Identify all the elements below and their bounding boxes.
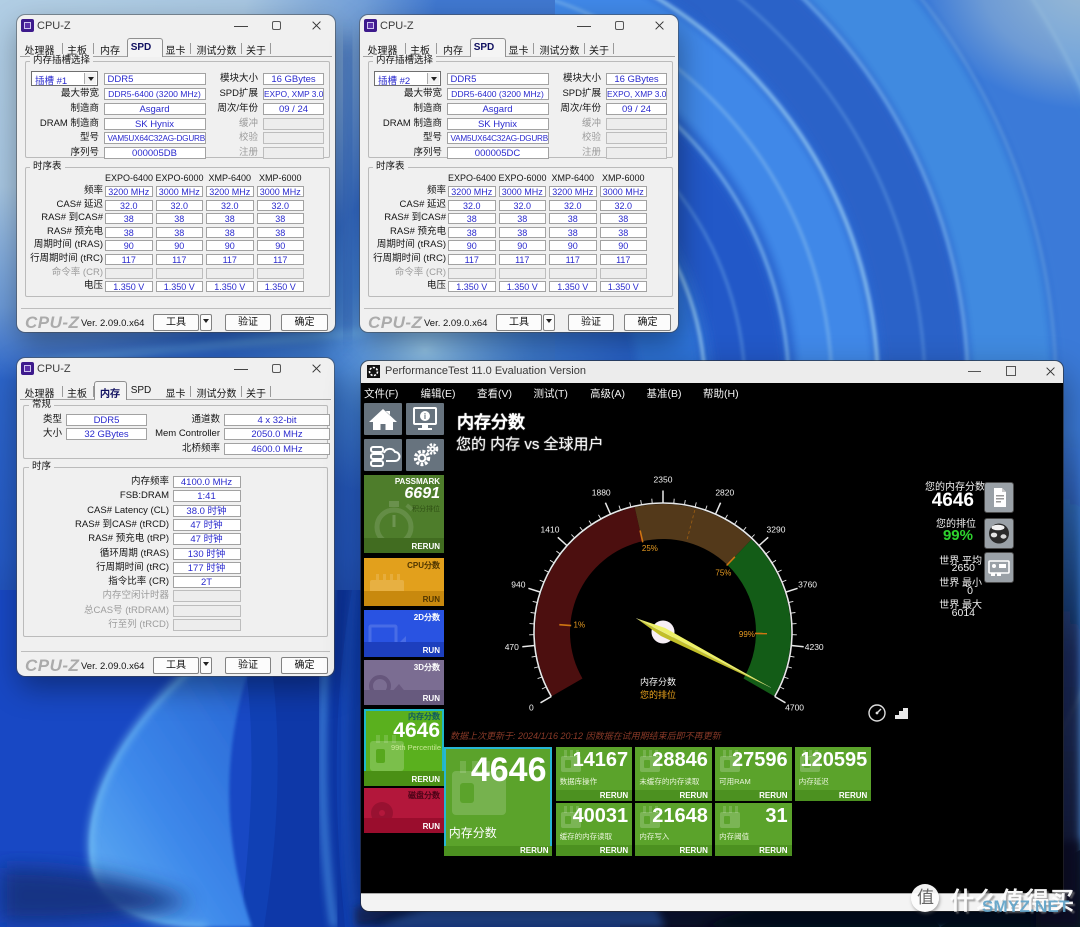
svg-text:2350: 2350 xyxy=(654,474,673,484)
svg-text:2820: 2820 xyxy=(715,487,734,497)
svg-text:0: 0 xyxy=(529,702,534,712)
svg-text:1410: 1410 xyxy=(541,525,560,535)
svg-text:4700: 4700 xyxy=(785,702,804,712)
svg-text:内存分数: 内存分数 xyxy=(640,676,676,687)
svg-text:1880: 1880 xyxy=(592,487,611,497)
svg-text:940: 940 xyxy=(511,579,525,589)
svg-text:99%: 99% xyxy=(739,630,755,639)
svg-text:470: 470 xyxy=(505,642,519,652)
svg-text:您的排位: 您的排位 xyxy=(640,689,676,700)
svg-text:75%: 75% xyxy=(715,569,731,578)
svg-text:3760: 3760 xyxy=(798,579,817,589)
svg-text:25%: 25% xyxy=(642,544,658,553)
svg-text:3290: 3290 xyxy=(767,525,786,535)
svg-text:i: i xyxy=(423,412,425,421)
svg-text:1%: 1% xyxy=(574,621,586,630)
svg-text:4230: 4230 xyxy=(805,642,824,652)
